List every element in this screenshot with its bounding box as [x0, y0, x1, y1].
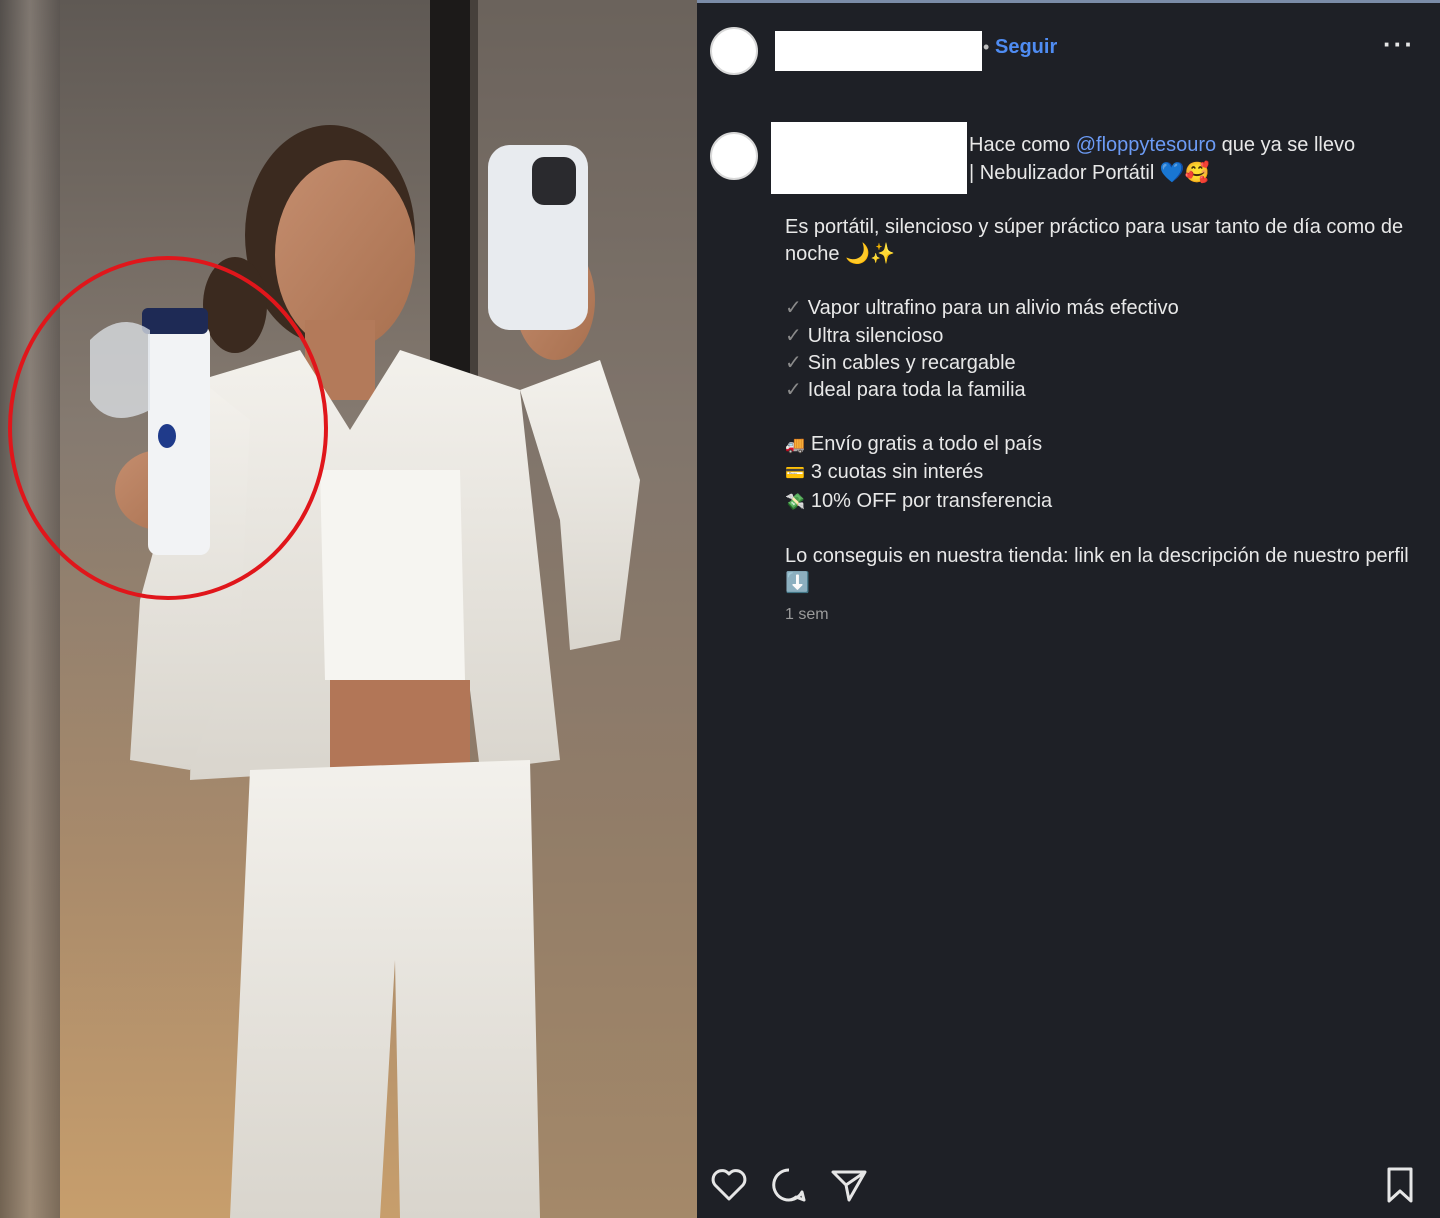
follow-button[interactable]: Seguir [995, 36, 1057, 59]
caption-outro: Lo conseguis en nuestra tienda: link en … [785, 544, 1409, 595]
post-panel: • Seguir ··· Hace como @floppytesouro qu… [697, 0, 1440, 1218]
feature-item: ✓ Ultra silencioso [785, 324, 944, 347]
nebulizer-device [148, 325, 210, 555]
caption-body: Es portátil, silencioso y súper práctico… [785, 214, 1425, 597]
hair-bun [203, 257, 267, 353]
send-icon[interactable] [829, 1165, 869, 1205]
steel-panel-left [0, 0, 60, 1218]
perk-item: 💳 3 cuotas sin interés [785, 461, 984, 484]
separator-dot: • [983, 37, 990, 57]
comment-icon[interactable] [769, 1165, 809, 1205]
mention-link[interactable]: @floppytesouro [1076, 134, 1216, 156]
phone-camera [532, 157, 576, 205]
crop-top [320, 470, 465, 680]
post-photo[interactable] [0, 0, 697, 1218]
check-icon: ✓ [785, 351, 802, 374]
check-icon: ✓ [785, 297, 802, 320]
money-icon: 💸 [785, 493, 805, 511]
caption-line2: | Nebulizador Portátil 💙🥰 [969, 162, 1210, 184]
action-bar [697, 1161, 1440, 1211]
author-avatar[interactable] [710, 27, 758, 75]
perk-item: 🚚 Envío gratis a todo el país [785, 433, 1043, 456]
caption-author-avatar[interactable] [710, 132, 758, 180]
bookmark-icon[interactable] [1380, 1165, 1420, 1205]
caption-suffix: que ya se llevo [1216, 134, 1356, 156]
feature-item: ✓ Vapor ultrafino para un alivio más efec… [785, 297, 1179, 320]
nebulizer-cap [142, 308, 208, 334]
photo-illustration [0, 0, 697, 1218]
page: • Seguir ··· Hace como @floppytesouro qu… [0, 0, 1440, 1218]
feature-item: ✓ Ideal para toda la familia [785, 379, 1026, 402]
heart-icon[interactable] [709, 1165, 749, 1205]
caption-headline: Hace como @floppytesouro que ya se llevo… [969, 131, 1419, 187]
feature-item: ✓ Sin cables y recargable [785, 351, 1016, 374]
post-timestamp[interactable]: 1 sem [785, 606, 829, 624]
caption-prefix: Hace como [969, 134, 1076, 156]
nebulizer-button [158, 424, 176, 448]
credit-card-icon: 💳 [785, 465, 805, 483]
post-header: • Seguir ··· [697, 3, 1440, 98]
midriff [330, 680, 470, 770]
truck-icon: 🚚 [785, 437, 805, 455]
more-options-icon[interactable]: ··· [1383, 29, 1415, 60]
perk-item: 💸 10% OFF por transferencia [785, 489, 1053, 512]
nebulizer-mask [90, 322, 150, 418]
caption-username-redacted [771, 122, 967, 194]
check-icon: ✓ [785, 379, 802, 402]
caption-intro: Es portátil, silencioso y súper práctico… [785, 216, 1404, 266]
check-icon: ✓ [785, 324, 802, 347]
username-redacted [775, 31, 982, 71]
